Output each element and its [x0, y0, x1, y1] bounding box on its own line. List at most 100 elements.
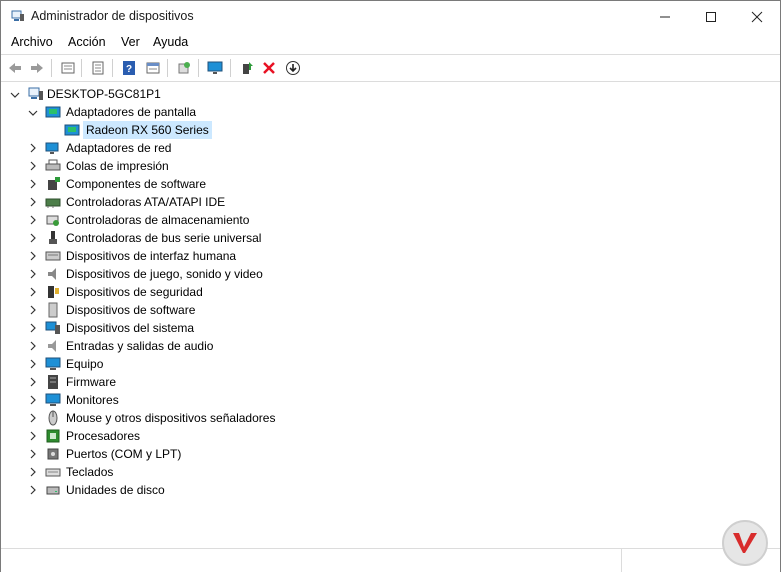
disable-device-button[interactable]: [283, 58, 303, 78]
category-display-adapters[interactable]: Adaptadores de pantalla: [66, 103, 196, 121]
update-driver-button[interactable]: [237, 58, 257, 78]
toolbar-separator: [198, 59, 199, 77]
chevron-right-icon[interactable]: [28, 467, 38, 477]
toolbar: ?: [1, 55, 780, 80]
device-manager-app-icon: [11, 10, 24, 21]
chevron-right-icon[interactable]: [28, 161, 38, 171]
toolbar-separator: [81, 59, 82, 77]
computer-icon: [28, 87, 43, 100]
status-bar: [1, 548, 780, 572]
firmware-icon: [48, 375, 58, 389]
chevron-right-icon[interactable]: [28, 359, 38, 369]
category-item[interactable]: Teclados: [66, 463, 113, 481]
chevron-right-icon[interactable]: [28, 431, 38, 441]
uninstall-icon: [263, 62, 275, 74]
category-item[interactable]: Puertos (COM y LPT): [66, 445, 181, 463]
category-item[interactable]: Equipo: [66, 355, 103, 373]
category-item[interactable]: Procesadores: [66, 427, 140, 445]
category-item[interactable]: Dispositivos de software: [66, 301, 195, 319]
chevron-right-icon[interactable]: [28, 197, 38, 207]
forward-icon: [31, 63, 43, 73]
svg-text:?: ?: [126, 64, 132, 75]
toolbar-divider: [1, 81, 780, 82]
category-item[interactable]: Dispositivos del sistema: [66, 319, 194, 337]
chevron-right-icon[interactable]: [28, 233, 38, 243]
view-button[interactable]: [88, 58, 108, 78]
usb-icon: [49, 231, 57, 244]
chevron-right-icon[interactable]: [28, 377, 38, 387]
disable-icon: [286, 61, 300, 75]
chevron-right-icon[interactable]: [28, 485, 38, 495]
menu-ver[interactable]: Ver: [121, 35, 140, 49]
category-item[interactable]: Adaptadores de red: [66, 139, 171, 157]
category-item[interactable]: Controladoras ATA/ATAPI IDE: [66, 193, 225, 211]
minimize-button[interactable]: [642, 1, 688, 32]
menu-accion[interactable]: Acción: [68, 35, 106, 49]
category-item[interactable]: Firmware: [66, 373, 116, 391]
properties-button[interactable]: [58, 58, 78, 78]
category-item[interactable]: Unidades de disco: [66, 481, 165, 499]
category-item[interactable]: Dispositivos de interfaz humana: [66, 247, 236, 265]
category-item[interactable]: Colas de impresión: [66, 157, 169, 175]
chevron-right-icon[interactable]: [28, 143, 38, 153]
category-item[interactable]: Monitores: [66, 391, 119, 409]
chevron-right-icon[interactable]: [28, 215, 38, 225]
maximize-button[interactable]: [688, 1, 734, 32]
chevron-right-icon[interactable]: [28, 179, 38, 189]
close-icon: [751, 11, 763, 22]
category-item[interactable]: Mouse y otros dispositivos señaladores: [66, 409, 275, 427]
update-driver-icon: [243, 62, 253, 74]
device-radeon-rx-560[interactable]: Radeon RX 560 Series: [83, 121, 212, 139]
chevron-right-icon[interactable]: [28, 323, 38, 333]
toolbar-separator: [230, 59, 231, 77]
printer-icon: [45, 159, 61, 171]
monitor-icon: [45, 393, 61, 406]
hid-icon: [45, 251, 61, 261]
back-button[interactable]: [5, 58, 25, 78]
help-icon: ?: [123, 61, 135, 75]
menu-archivo[interactable]: Archivo: [11, 35, 53, 49]
category-item[interactable]: Dispositivos de juego, sonido y video: [66, 265, 263, 283]
device-manager-window: Administrador de dispositivos Archivo Ac…: [0, 0, 781, 572]
scan-hardware-button[interactable]: [174, 58, 194, 78]
chevron-right-icon[interactable]: [28, 269, 38, 279]
chevron-right-icon[interactable]: [28, 413, 38, 423]
toolbar-separator: [167, 59, 168, 77]
maximize-icon: [706, 11, 716, 22]
chevron-right-icon[interactable]: [28, 287, 38, 297]
menu-ayuda[interactable]: Ayuda: [153, 35, 188, 49]
watermark-logo: [722, 520, 768, 566]
view-icon: [92, 61, 104, 75]
processor-icon: [46, 429, 60, 443]
details-button[interactable]: [143, 58, 163, 78]
ports-icon: [47, 448, 59, 460]
category-item[interactable]: Dispositivos de seguridad: [66, 283, 203, 301]
close-button[interactable]: [734, 1, 780, 32]
forward-button[interactable]: [27, 58, 47, 78]
details-icon: [146, 62, 160, 74]
chevron-right-icon[interactable]: [28, 341, 38, 351]
category-item[interactable]: Controladoras de almacenamiento: [66, 211, 249, 229]
category-item[interactable]: Componentes de software: [66, 175, 206, 193]
category-item[interactable]: Entradas y salidas de audio: [66, 337, 213, 355]
chevron-right-icon[interactable]: [28, 251, 38, 261]
chevron-down-icon[interactable]: [28, 108, 38, 118]
network-adapter-icon: [45, 142, 59, 154]
minimize-icon: [660, 16, 670, 17]
chevron-right-icon[interactable]: [28, 449, 38, 459]
chevron-right-icon[interactable]: [28, 395, 38, 405]
mouse-icon: [48, 410, 58, 426]
properties-icon: [61, 62, 75, 74]
monitor-button[interactable]: [205, 58, 225, 78]
storage-controller-icon: [46, 215, 59, 226]
computer-icon: [45, 357, 61, 370]
help-button[interactable]: ?: [119, 58, 139, 78]
category-item[interactable]: Controladoras de bus serie universal: [66, 229, 261, 247]
system-device-icon: [45, 321, 60, 334]
uninstall-button[interactable]: [259, 58, 279, 78]
chevron-down-icon[interactable]: [10, 90, 20, 100]
graphics-card-icon: [64, 124, 80, 136]
title-bar: Administrador de dispositivos: [1, 1, 780, 32]
tree-root-label[interactable]: DESKTOP-5GC81P1: [47, 85, 161, 103]
chevron-right-icon[interactable]: [28, 305, 38, 315]
